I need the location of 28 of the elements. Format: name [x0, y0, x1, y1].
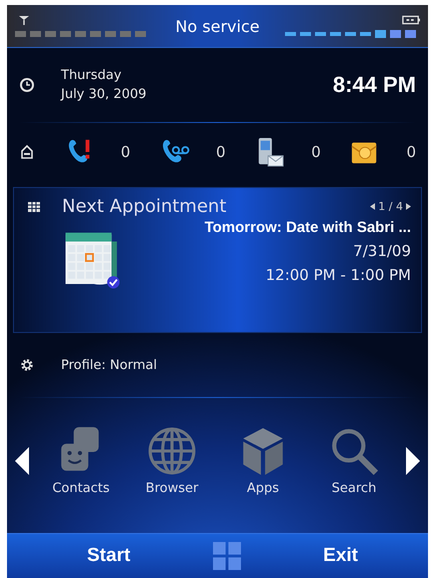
weekday-text: Thursday: [61, 68, 122, 83]
exit-softkey[interactable]: Exit: [313, 541, 368, 571]
app-shortcut[interactable]: Contacts: [42, 425, 120, 496]
start-softkey[interactable]: Start: [77, 541, 140, 571]
notification-count: 0: [216, 143, 226, 161]
notification-count: 0: [406, 143, 416, 161]
appointment-heading: Next Appointment: [62, 196, 228, 217]
notification-count: 0: [120, 143, 130, 161]
appointment-title: Tomorrow: Date with Sabri ...: [204, 219, 411, 236]
previous-arrow-icon[interactable]: [370, 203, 376, 210]
app-shortcut[interactable]: Browser: [133, 425, 211, 496]
next-arrow-icon[interactable]: [406, 203, 411, 210]
carrier-status: No service: [175, 16, 260, 36]
app-shortcut[interactable]: Apps: [224, 425, 302, 496]
clock-time: 8:44 PM: [332, 72, 416, 98]
notification-count: 0: [311, 143, 321, 161]
appointment-date: 7/31/09: [353, 242, 411, 260]
profile-label[interactable]: Profile: Normal: [61, 358, 157, 372]
date-text: July 30, 2009: [61, 87, 148, 102]
battery-icon: [402, 14, 420, 24]
app-shortcut[interactable]: Search: [315, 425, 393, 496]
windows-logo-icon[interactable]: [212, 542, 241, 570]
page-indicator: 1 / 4: [378, 200, 403, 213]
appointment-card[interactable]: Next Appointment 1 / 4 Tomorrow: Date with Sabri ... 7/31/09 12:00 PM - 1:00 PM: [13, 187, 422, 333]
gear-icon: [19, 357, 35, 373]
clock-icon: [19, 77, 35, 93]
globe-icon: [146, 425, 198, 477]
appointment-time: 12:00 PM - 1:00 PM: [266, 266, 411, 284]
